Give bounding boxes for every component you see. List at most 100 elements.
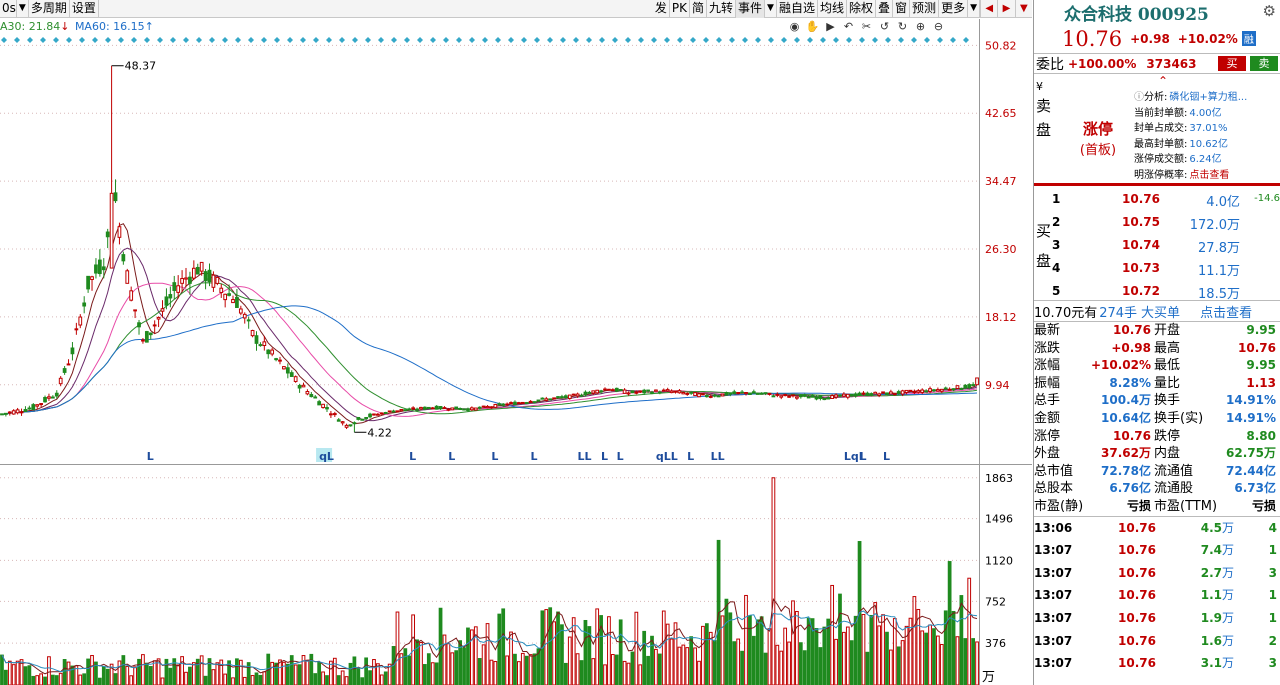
volume-bar	[15, 660, 20, 685]
toolbar-button-9[interactable]: 窗	[893, 0, 911, 18]
tick-row[interactable]: 13:07 10.76 7.4万 1	[1034, 539, 1280, 562]
volume-bar	[697, 660, 701, 685]
big-order-link[interactable]: 点击查看	[1200, 302, 1252, 321]
toolbar-left-button[interactable]: 设置	[70, 0, 99, 18]
kline-svg: 50.82 42.65 34.47 26.30 18.12 9.94 1863 1496 112…	[0, 19, 1032, 685]
volume-bar	[881, 614, 885, 685]
quote-key: 市盈(TTM)	[1154, 498, 1218, 514]
volume-bar	[426, 653, 431, 685]
candle-body	[916, 390, 921, 393]
candle-body	[571, 393, 576, 396]
redo-icon[interactable]: ↻	[895, 20, 910, 33]
hand-icon[interactable]: ✋	[805, 20, 820, 33]
candle-body	[536, 399, 541, 402]
quote-key: 总手	[1034, 393, 1061, 409]
buy-button[interactable]: 买	[1218, 56, 1246, 71]
buy-level-5: 5 10.72 18.5万	[1052, 280, 1280, 303]
undo-icon[interactable]: ↶	[841, 20, 856, 33]
volume-bar	[54, 675, 59, 685]
volume-bar	[47, 656, 51, 685]
play-icon[interactable]: ▶	[823, 20, 838, 33]
nav-menu-icon[interactable]: ▼	[1014, 0, 1032, 18]
candle-body	[575, 393, 580, 397]
level-number: 5	[1052, 284, 1061, 298]
toolbar-button-2[interactable]: 简	[690, 0, 708, 18]
volume-bar	[900, 640, 905, 685]
dropdown-arrow-icon[interactable]: ▼	[968, 0, 980, 18]
tick-price: 10.76	[1118, 565, 1156, 580]
volume-bar	[297, 664, 302, 685]
volume-bar	[285, 663, 290, 685]
scissors-icon[interactable]: ✂	[859, 20, 874, 33]
volume-bar	[595, 608, 600, 685]
volume-bar	[4, 669, 8, 685]
toolbar-button-1[interactable]: PK	[670, 0, 690, 18]
volume-bar	[105, 668, 110, 685]
toolbar-left-button[interactable]: 0s	[0, 0, 17, 18]
zoom-out-icon[interactable]: ⊖	[931, 20, 946, 33]
ma-legend: A30: 21.84↓ MA60: 16.15↑	[0, 20, 154, 33]
volume-bar	[188, 666, 192, 685]
tick-row[interactable]: 13:07 10.76 3.1万 3	[1034, 652, 1280, 675]
tick-row[interactable]: 13:07 10.76 2.7万 3	[1034, 562, 1280, 585]
kline-chart-area[interactable]: A30: 21.84↓ MA60: 16.15↑ ◉ ✋ ▶ ↶ ✂ ↺ ↻ ⊕…	[0, 19, 1032, 685]
analysis-value[interactable]: 点击查看	[1189, 168, 1229, 184]
tick-quantity: 3.1万	[1156, 652, 1234, 675]
candle-body	[481, 405, 486, 408]
nav-next-icon[interactable]: ▶	[997, 0, 1014, 18]
level-qty-unit: 万	[1226, 241, 1240, 256]
nav-prev-icon[interactable]: ◀	[980, 0, 997, 18]
toolbar-left-button[interactable]: 多周期	[29, 0, 70, 18]
eye-icon[interactable]: ◉	[787, 20, 802, 33]
candle-body	[497, 403, 502, 406]
toolbar-button-5[interactable]: 融自选	[777, 0, 818, 18]
candle-body	[19, 411, 24, 414]
toolbar-button-11[interactable]: 更多	[939, 0, 969, 18]
volume-bar	[133, 666, 137, 685]
candle-body	[630, 390, 635, 394]
signal-label: qL	[319, 450, 334, 463]
volume-bar	[180, 656, 184, 685]
tick-row[interactable]: 13:07 10.76 1.6万 2	[1034, 630, 1280, 653]
tick-qty-unit: 万	[1221, 656, 1234, 671]
undo-alt-icon[interactable]: ↺	[877, 20, 892, 33]
dropdown-arrow-icon[interactable]: ▼	[17, 0, 29, 18]
toolbar-button-10[interactable]: 预测	[910, 0, 940, 18]
toolbar-button-4[interactable]: 事件	[736, 0, 766, 18]
sell-button[interactable]: 卖	[1250, 56, 1278, 71]
candle-body	[446, 408, 451, 411]
tick-row[interactable]: 13:06 10.76 4.5万 4	[1034, 517, 1280, 540]
volume-bar	[274, 662, 278, 685]
candle-body	[466, 408, 470, 411]
analysis-row: 当前封单额: 4.00亿	[1134, 106, 1247, 122]
signal-diamond-icon	[612, 37, 618, 43]
tick-row[interactable]: 13:07 10.76 1.9万 1	[1034, 607, 1280, 630]
tick-count: 1	[1268, 543, 1277, 558]
gear-icon[interactable]: ⚙	[1263, 2, 1276, 20]
toolbar-button-3[interactable]: 九转	[707, 0, 737, 18]
tick-row[interactable]: 13:07 10.76 1.1万 1	[1034, 584, 1280, 607]
dropdown-arrow-icon[interactable]: ▼	[765, 0, 777, 18]
candle-body	[340, 421, 345, 424]
candle-body	[775, 393, 780, 396]
candle-body	[697, 393, 701, 398]
candle-body	[744, 392, 748, 395]
volume-bar	[144, 662, 149, 685]
price-tick-label: 50.82	[985, 39, 1017, 52]
toolbar-button-7[interactable]: 除权	[847, 0, 877, 18]
level-qty-unit: 亿	[1226, 195, 1240, 210]
volume-bar	[39, 673, 43, 685]
tick-list[interactable]: 13:06 10.76 4.5万 4 13:07 10.76 7.4万 1 13:07 10.76…	[1034, 517, 1280, 675]
candle-body	[477, 406, 482, 409]
zoom-in-icon[interactable]: ⊕	[913, 20, 928, 33]
tick-quantity: 1.1万	[1156, 584, 1234, 607]
toolbar-button-0[interactable]: 发	[653, 0, 670, 18]
toolbar-button-6[interactable]: 均线	[818, 0, 847, 18]
candle-body	[857, 392, 862, 396]
toolbar-button-8[interactable]: 叠	[876, 0, 894, 18]
limit-up-label: 涨停	[1082, 120, 1113, 138]
candle-body	[387, 410, 392, 413]
candle-body	[657, 391, 662, 394]
volume-bar	[82, 673, 87, 685]
collapse-caret-icon[interactable]: ⌃	[1158, 74, 1168, 88]
